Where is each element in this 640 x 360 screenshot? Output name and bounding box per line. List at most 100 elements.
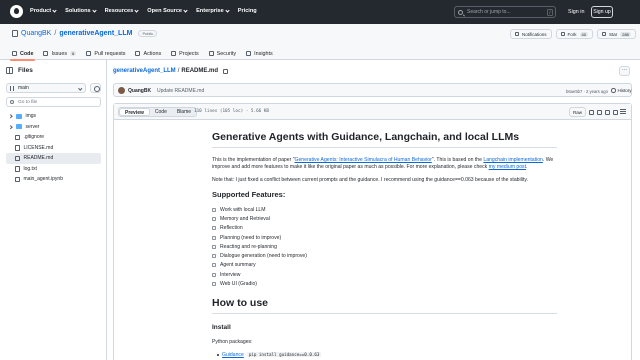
paper-link[interactable]: Generative Agents: Interactive Simulacra…: [295, 157, 432, 163]
file-icon: [15, 176, 20, 182]
history-button[interactable]: History: [611, 88, 632, 93]
global-nav: Product Solutions Resources Open Source …: [30, 7, 257, 14]
breadcrumb-repo-link[interactable]: generativeAgent_LLM: [113, 68, 176, 74]
search-placeholder: Search or jump to...: [467, 9, 511, 15]
blame-tab[interactable]: Blame: [172, 108, 196, 116]
file-view: generativeAgent_LLM / README.md ··· Quan…: [107, 60, 640, 360]
file-search-button[interactable]: [90, 83, 101, 93]
list-item: Planning (need to improve): [212, 233, 557, 242]
tree-item-imgs[interactable]: imgs: [6, 111, 101, 122]
code-tab[interactable]: Code: [150, 108, 172, 116]
nav-product[interactable]: Product: [30, 7, 57, 14]
checkbox: [212, 272, 216, 277]
view-mode-toggle: Preview Code Blame: [118, 107, 198, 117]
chevron-right-icon[interactable]: [8, 124, 13, 129]
pull-request-icon: [86, 51, 92, 56]
go-to-file-input[interactable]: Go to file: [6, 97, 101, 107]
tree-item-gitignore[interactable]: .gitignore: [6, 132, 101, 143]
download-icon[interactable]: [597, 109, 603, 115]
tree-item-label: .gitignore: [23, 134, 45, 141]
checkbox: [212, 244, 216, 249]
global-search-input[interactable]: Search or jump to... /: [454, 6, 556, 18]
tab-label: Security: [216, 50, 237, 57]
repo-tabs: Code Issues 6 Pull requests Actions Proje…: [9, 47, 273, 61]
global-header: Product Solutions Resources Open Source …: [0, 0, 640, 24]
langchain-link[interactable]: Langchain implementation: [483, 157, 542, 163]
raw-button[interactable]: Raw: [569, 107, 587, 117]
preview-tab[interactable]: Preview: [119, 108, 150, 116]
branch-selector[interactable]: main: [6, 83, 86, 93]
action-label: Fork: [567, 31, 577, 37]
tab-code[interactable]: Code: [9, 47, 37, 61]
feature-label: Work with local LLM: [220, 206, 266, 213]
tree-item-license[interactable]: LICENSE.md: [6, 143, 101, 154]
nav-pricing[interactable]: Pricing: [238, 8, 257, 14]
medium-post-link[interactable]: my medium post: [489, 164, 526, 170]
tree-item-log[interactable]: log.txt: [6, 164, 101, 175]
nav-label: Pricing: [237, 8, 257, 14]
github-logo-icon[interactable]: [10, 5, 23, 18]
notifications-button[interactable]: Notifications: [510, 29, 552, 39]
nav-label: Open Source: [147, 8, 183, 14]
tab-insights[interactable]: Insights: [246, 47, 273, 60]
branch-name: main: [18, 85, 29, 91]
bullet-dot: [217, 353, 219, 356]
checkbox: [212, 282, 216, 287]
file-tree: imgs server .gitignore LICENSE.md README…: [6, 111, 101, 185]
file-viewer: Preview Code Blame 110 lines (105 loc) ·…: [113, 103, 632, 360]
repo-owner-link[interactable]: QuangBK: [21, 30, 51, 37]
edit-pencil-icon[interactable]: [605, 109, 611, 115]
avatar[interactable]: [118, 87, 125, 94]
breadcrumb: generativeAgent_LLM / README.md: [113, 68, 229, 74]
tree-item-readme[interactable]: README.md: [6, 153, 101, 164]
commit-message-link[interactable]: Update README.md: [157, 88, 204, 94]
feature-label: Memory and Retrieval: [220, 215, 270, 222]
tree-item-label: LICENSE.md: [23, 144, 54, 151]
nav-solutions[interactable]: Solutions: [65, 7, 97, 14]
chevron-right-icon[interactable]: [8, 114, 13, 119]
features-checklist: Work with local LLM Memory and Retrieval…: [212, 205, 557, 289]
tab-actions[interactable]: Actions: [135, 47, 161, 60]
intro-text: This is the implementation of paper ": [212, 157, 295, 163]
tab-security[interactable]: Security: [208, 47, 237, 60]
guidance-link[interactable]: Guidance: [222, 352, 244, 358]
star-button[interactable]: Star 285: [596, 29, 636, 39]
intro-text: .: [526, 164, 528, 170]
tab-projects[interactable]: Projects: [171, 47, 199, 60]
tab-pull-requests[interactable]: Pull requests: [86, 47, 125, 60]
outline-list-icon[interactable]: [620, 109, 626, 114]
install-command: pip install guidance==0.0.63: [246, 352, 322, 358]
visibility-badge: Public: [138, 30, 158, 37]
readme-title: Generative Agents with Guidance, Langcha…: [212, 131, 557, 148]
copy-icon[interactable]: [589, 109, 595, 115]
sidebar-collapse-icon[interactable]: [6, 67, 13, 74]
list-item: Memory and Retrieval: [212, 214, 557, 223]
file-icon: [15, 134, 20, 140]
nav-resources[interactable]: Resources: [104, 7, 139, 14]
copy-path-icon[interactable]: [223, 68, 229, 74]
checkbox: [212, 263, 216, 268]
branch-icon: [10, 86, 14, 91]
repo-name-link[interactable]: generativeAgent_LLM: [59, 30, 132, 37]
feature-label: Planning (need to improve): [220, 234, 282, 241]
tree-item-server[interactable]: server: [6, 122, 101, 133]
search-icon: [458, 9, 463, 15]
nav-open-source[interactable]: Open Source: [147, 7, 188, 14]
file-actions: Raw: [569, 107, 619, 117]
tab-issues[interactable]: Issues 6: [43, 47, 77, 60]
fork-button[interactable]: Fork 40: [555, 29, 593, 39]
tree-item-main-agent[interactable]: main_agent.ipynb: [6, 174, 101, 185]
sign-in-link[interactable]: Sign in: [568, 9, 584, 15]
nav-enterprise[interactable]: Enterprise: [196, 7, 230, 14]
nav-label: Resources: [104, 8, 134, 14]
nav-label: Enterprise: [196, 8, 224, 14]
history-label: History: [617, 88, 632, 93]
chevron-down-icon[interactable]: [613, 109, 619, 115]
commit-author-link[interactable]: QuangBK: [128, 88, 151, 94]
nav-label: Solutions: [65, 8, 91, 14]
sign-up-button[interactable]: Sign up: [591, 6, 613, 18]
chevron-down-icon: [225, 7, 230, 13]
chevron-down-icon: [134, 7, 139, 13]
more-options-button[interactable]: ···: [619, 66, 630, 76]
action-label: Notifications: [522, 31, 547, 37]
